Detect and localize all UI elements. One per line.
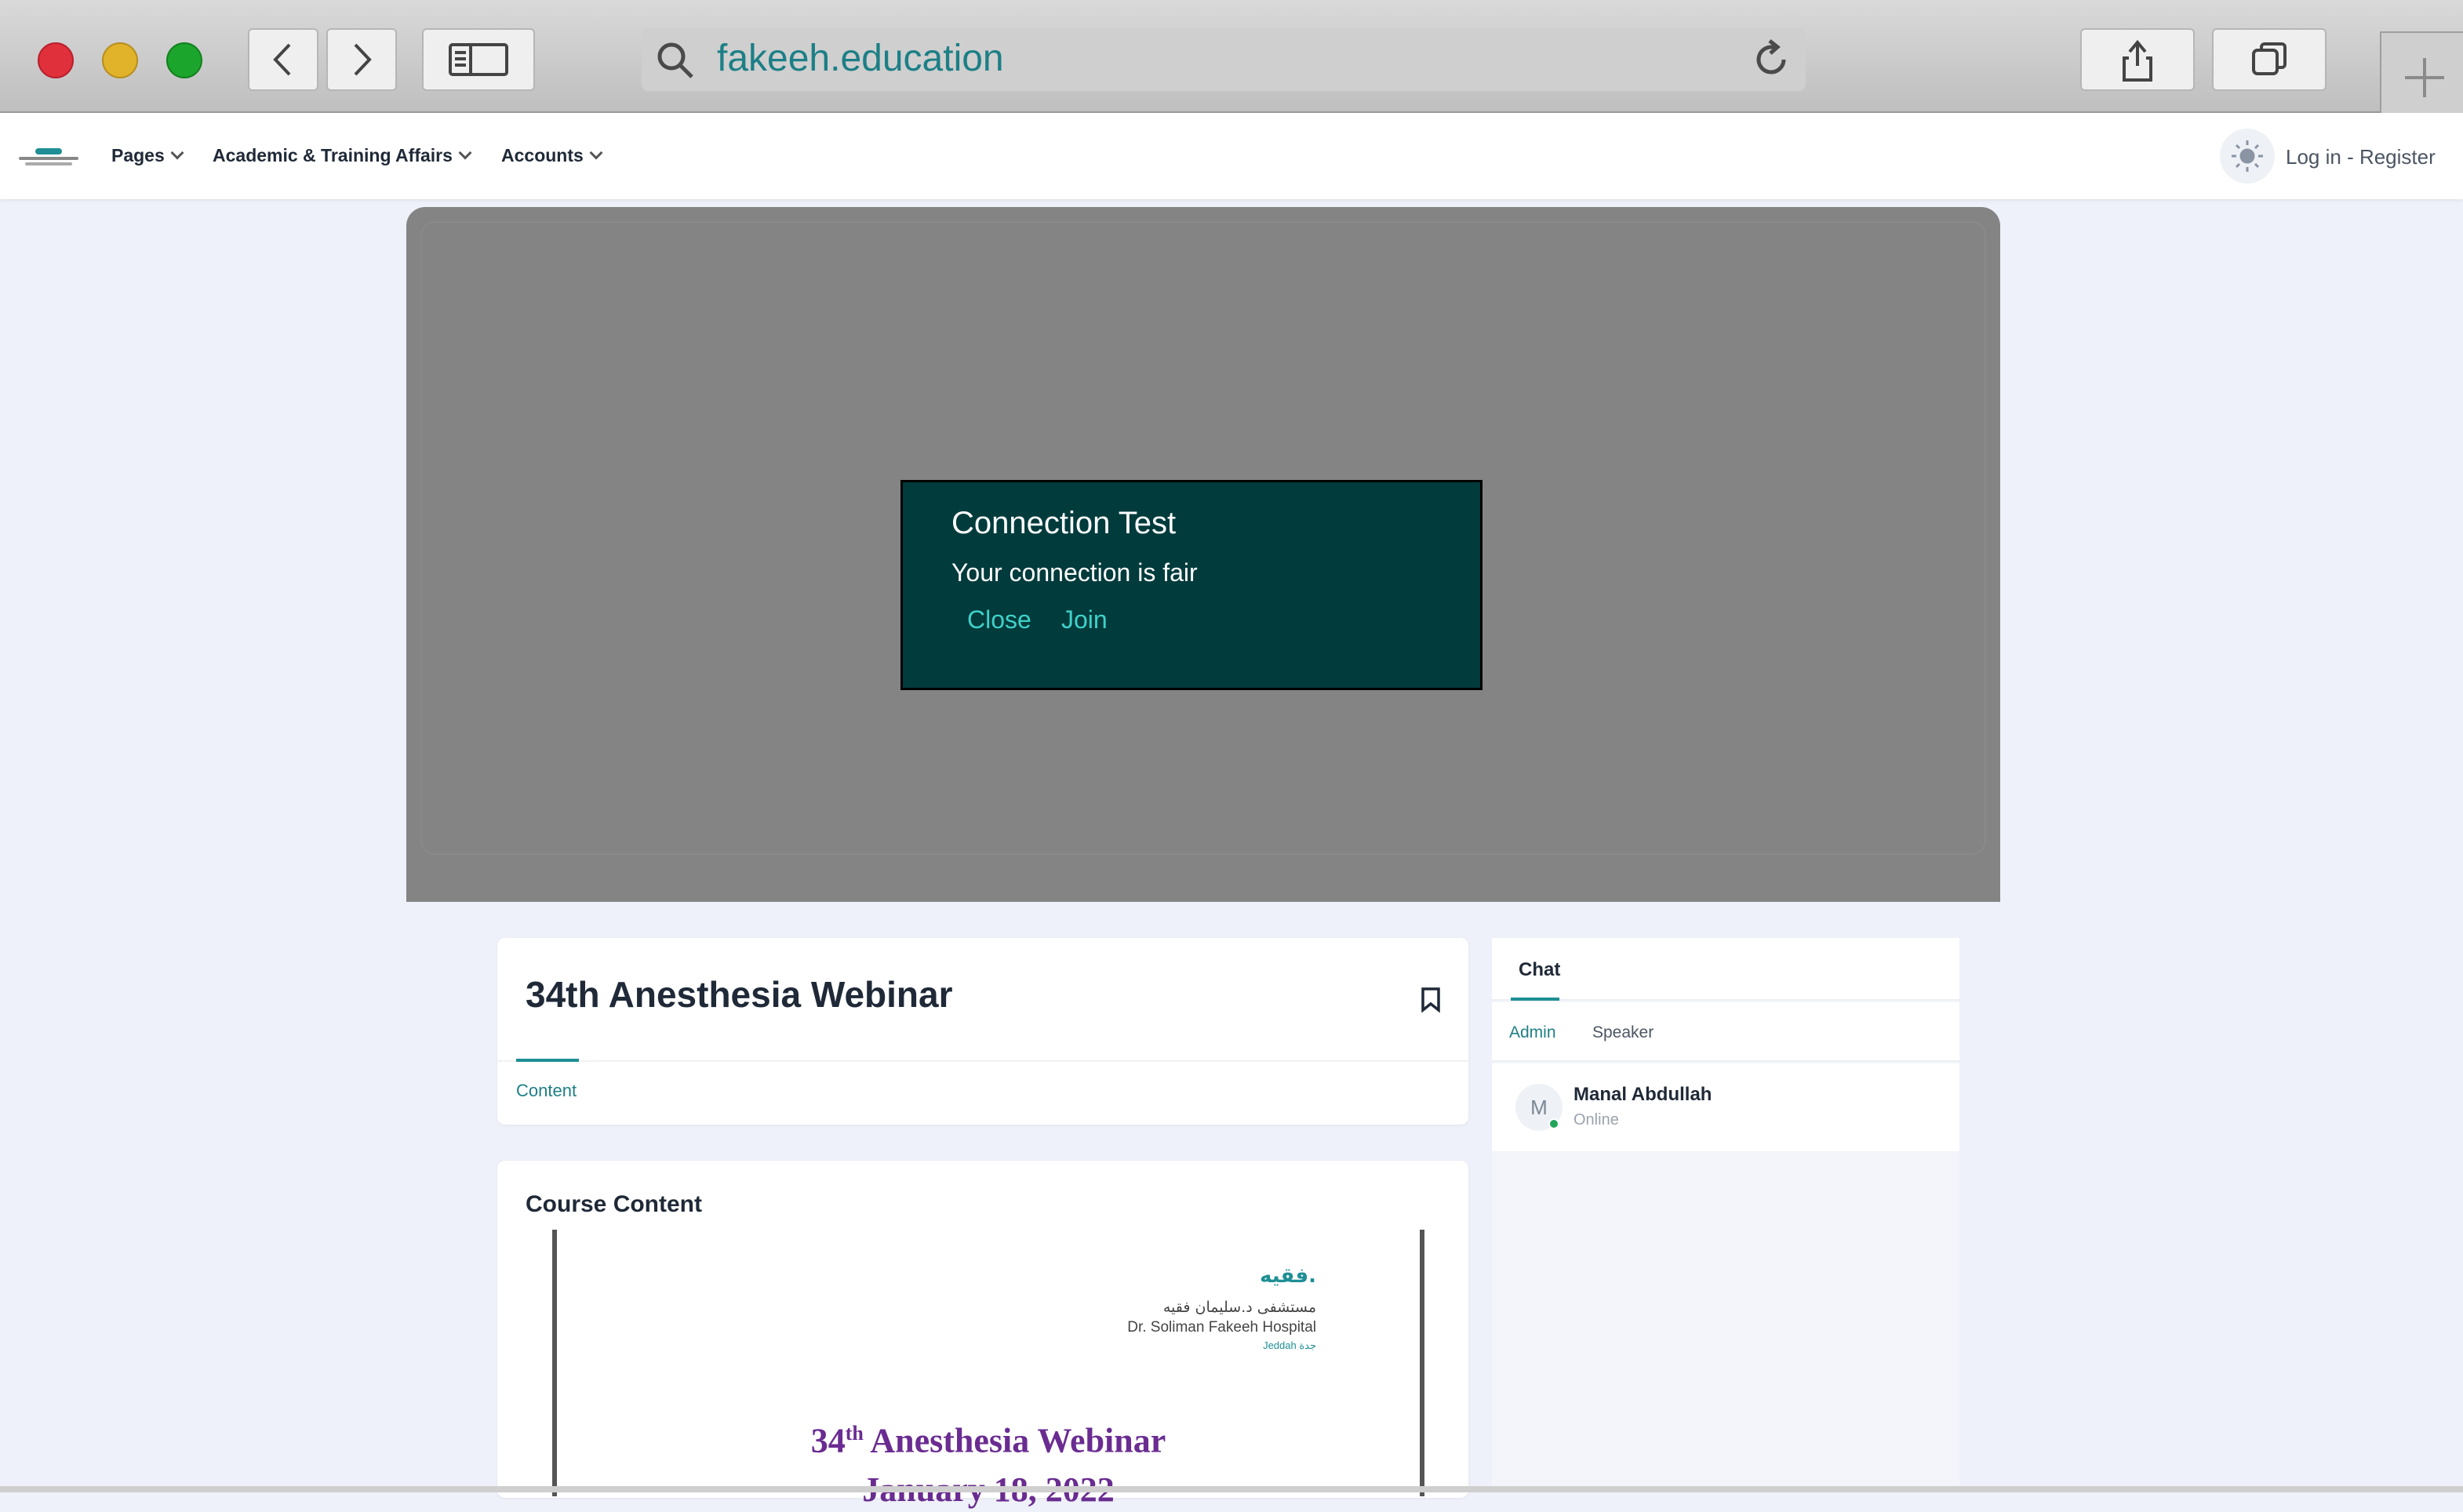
login-register-link[interactable]: Log in - Register — [2286, 143, 2436, 171]
video-player[interactable]: Connection Test Your connection is fair … — [406, 207, 2000, 902]
share-button[interactable] — [2080, 28, 2195, 91]
url-text: fakeeh.education — [717, 38, 1004, 79]
document-hospital-name: Dr. Soliman Fakeeh Hospital — [1127, 1319, 1316, 1336]
chat-user-item[interactable]: M Manal Abdullah Online — [1492, 1063, 1959, 1151]
minimize-window-button[interactable] — [102, 42, 138, 78]
reload-icon[interactable] — [1749, 38, 1793, 82]
chevron-down-icon — [458, 146, 472, 160]
document-preview[interactable]: فقيه. مستشفى د.سليمان فقيه Dr. Soliman F… — [552, 1230, 1424, 1509]
chevron-down-icon — [170, 146, 184, 160]
maximize-window-button[interactable] — [166, 42, 202, 78]
window-bottom-edge — [0, 1486, 2463, 1492]
bookmark-icon[interactable] — [1420, 987, 1442, 1013]
role-tab-speaker[interactable]: Speaker — [1592, 1021, 1654, 1045]
forward-button[interactable] — [326, 28, 397, 91]
online-status-dot — [1548, 1118, 1559, 1129]
browser-toolbar: fakeeh.education — [0, 0, 2463, 113]
document-title: 34th Anesthesia Webinar — [557, 1412, 1420, 1463]
address-bar[interactable]: fakeeh.education — [642, 28, 1806, 91]
document-title-suffix: th — [845, 1422, 864, 1445]
tabs-overview-button[interactable] — [2212, 28, 2327, 91]
nav-item-label: Accounts — [501, 145, 584, 165]
chat-tab-indicator — [1511, 998, 1559, 1001]
role-tab-admin[interactable]: Admin — [1509, 1021, 1556, 1045]
sidebar-toggle-button[interactable] — [422, 28, 535, 91]
site-logo[interactable] — [16, 136, 82, 177]
share-icon — [2123, 39, 2152, 82]
document-logo: فقيه. — [1259, 1264, 1316, 1288]
course-content-card: Course Content فقيه. مستشفى د.سليمان فقي… — [497, 1161, 1468, 1509]
document-title-text: Anesthesia Webinar — [863, 1421, 1166, 1460]
user-status: Online — [1573, 1111, 1619, 1129]
tab-divider — [497, 1060, 1468, 1062]
tab-content[interactable]: Content — [516, 1079, 577, 1103]
chevron-down-icon — [589, 146, 603, 160]
nav-item-academic-training-affairs[interactable]: Academic & Training Affairs — [213, 141, 472, 169]
close-window-button[interactable] — [38, 42, 74, 78]
course-content-heading: Course Content — [526, 1191, 702, 1217]
chevron-left-icon — [273, 43, 291, 76]
tab-active-indicator — [516, 1059, 579, 1062]
document-city: Jeddah جدة — [1263, 1339, 1316, 1351]
search-icon — [657, 42, 693, 78]
nav-item-accounts[interactable]: Accounts — [501, 141, 603, 169]
back-button[interactable] — [248, 28, 318, 91]
dialog-title: Connection Test — [951, 506, 1177, 540]
dialog-message: Your connection is fair — [951, 558, 1198, 587]
user-name: Manal Abdullah — [1573, 1084, 1712, 1105]
plus-icon — [2405, 58, 2444, 97]
chat-panel: Chat Admin Speaker M Manal Abdullah Onli… — [1492, 938, 1959, 1492]
close-button[interactable]: Close — [967, 603, 1031, 636]
chat-role-tabs: Admin Speaker — [1492, 1002, 1959, 1062]
join-button[interactable]: Join — [1061, 603, 1108, 636]
tab-chat[interactable]: Chat — [1519, 958, 1560, 982]
course-title: 34th Anesthesia Webinar — [526, 974, 953, 1015]
new-tab-button[interactable] — [2380, 31, 2463, 113]
connection-test-dialog: Connection Test Your connection is fair … — [900, 480, 1483, 690]
theme-toggle-button[interactable] — [2220, 129, 2275, 184]
document-hospital-arabic: مستشفى د.سليمان فقيه — [1162, 1299, 1316, 1316]
chat-header: Chat — [1492, 938, 1959, 1001]
chevron-right-icon — [354, 43, 372, 76]
course-header-card: 34th Anesthesia Webinar Content — [497, 938, 1468, 1125]
sun-icon — [2232, 140, 2263, 172]
tabs-icon — [2252, 42, 2287, 75]
site-navbar: Pages Academic & Training Affairs Accoun… — [0, 113, 2463, 199]
nav-item-pages[interactable]: Pages — [111, 141, 184, 169]
document-title-number: 34 — [810, 1421, 846, 1460]
nav-item-label: Academic & Training Affairs — [213, 145, 453, 165]
nav-item-label: Pages — [111, 145, 165, 165]
sidebar-icon — [449, 43, 508, 76]
